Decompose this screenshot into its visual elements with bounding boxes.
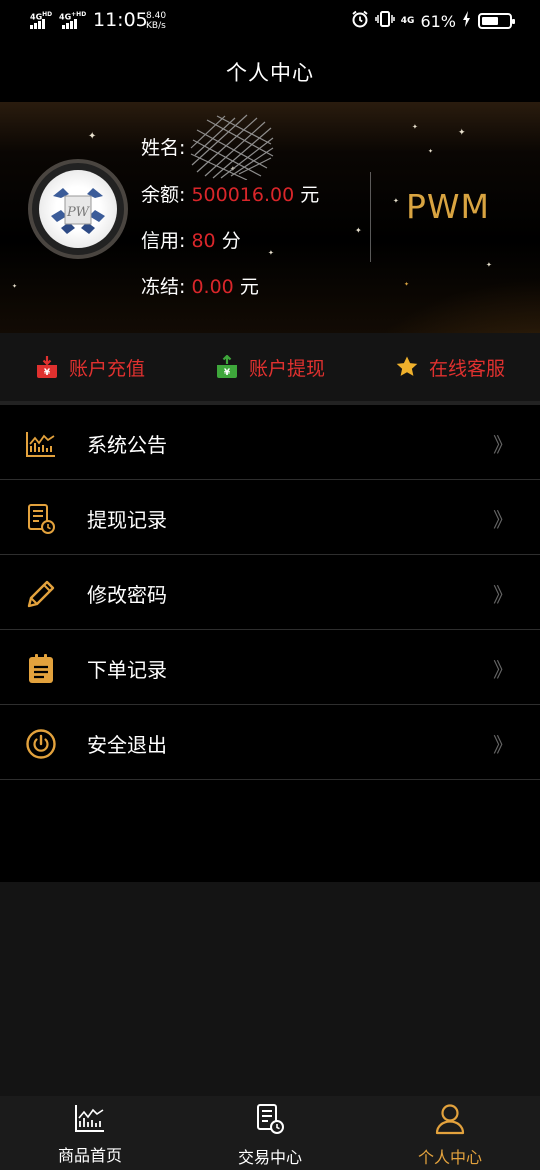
sparkle-icon: ✦ bbox=[404, 281, 410, 288]
deposit-icon: ¥ bbox=[35, 355, 59, 379]
frozen-unit: 元 bbox=[239, 276, 259, 298]
chevron-right-icon: 》 bbox=[493, 658, 513, 682]
tab-label: 商品首页 bbox=[57, 1146, 122, 1165]
vibrate-icon bbox=[375, 10, 395, 32]
tab-trading[interactable]: 交易中心 bbox=[180, 1096, 360, 1170]
tab-label: 交易中心 bbox=[237, 1148, 302, 1167]
charging-icon bbox=[462, 11, 472, 31]
customer-service-label: 在线客服 bbox=[428, 357, 505, 380]
status-bar: 4GHD 4G+HD 11:05 8.40 KB/s 4G 61% bbox=[0, 0, 540, 42]
menu-item-change-password[interactable]: 修改密码 》 bbox=[0, 555, 540, 630]
frozen-value: 0.00 bbox=[191, 276, 234, 298]
chevron-right-icon: 》 bbox=[493, 733, 513, 757]
tab-profile[interactable]: 个人中心 bbox=[360, 1096, 540, 1170]
signal-icon bbox=[30, 19, 45, 29]
name-row: 姓名: bbox=[141, 133, 185, 160]
power-icon bbox=[24, 727, 58, 761]
svg-text:PW: PW bbox=[66, 205, 91, 220]
menu-item-order-records[interactable]: 下单记录 》 bbox=[0, 630, 540, 705]
menu-label: 下单记录 bbox=[87, 658, 167, 682]
withdraw-icon: ¥ bbox=[215, 355, 239, 379]
chevron-right-icon: 》 bbox=[493, 508, 513, 532]
chevron-right-icon: 》 bbox=[493, 433, 513, 457]
menu-label: 系统公告 bbox=[87, 433, 167, 457]
deposit-label: 账户充值 bbox=[68, 357, 145, 380]
empty-area bbox=[0, 882, 540, 1096]
avatar[interactable]: PW bbox=[28, 159, 128, 259]
balance-value: 500016.00 bbox=[191, 184, 295, 206]
network-4g-label: 4G bbox=[400, 15, 415, 26]
alarm-icon bbox=[351, 10, 369, 32]
clipboard-icon bbox=[24, 652, 58, 686]
balance-unit: 元 bbox=[300, 184, 320, 206]
chart-icon bbox=[74, 1103, 106, 1137]
sparkle-icon: ✦ bbox=[393, 197, 399, 205]
credit-row: 信用: 80 分 bbox=[141, 226, 241, 253]
battery-icon bbox=[478, 13, 515, 29]
star-icon bbox=[395, 355, 419, 379]
account-actions: ¥ 账户充值 ¥ 账户提现 在线客服 bbox=[0, 333, 540, 401]
balance-row: 余额: 500016.00 元 bbox=[141, 180, 319, 207]
deposit-button[interactable]: ¥ 账户充值 bbox=[0, 354, 180, 381]
speed-unit: KB/s bbox=[146, 21, 166, 31]
sparkle-icon: ✦ bbox=[486, 261, 492, 269]
speed-value: 8.40 bbox=[146, 11, 167, 21]
page-title: 个人中心 bbox=[226, 61, 314, 85]
chevron-right-icon: 》 bbox=[493, 583, 513, 607]
avatar-logo: PW bbox=[39, 170, 117, 248]
menu-item-announcements[interactable]: 系统公告 》 bbox=[0, 405, 540, 480]
sparkle-icon: ✦ bbox=[355, 226, 362, 235]
svg-text:¥: ¥ bbox=[44, 368, 51, 378]
brand-logo-text: PWM bbox=[406, 187, 491, 226]
pencil-icon bbox=[24, 577, 58, 611]
sparkle-icon: ✦ bbox=[88, 131, 97, 142]
credit-label: 信用: bbox=[141, 230, 186, 252]
menu-list: 系统公告 》 提现记录 》 修改密码 》 下单记录 》 安全退出 》 bbox=[0, 405, 540, 780]
name-label: 姓名: bbox=[141, 137, 186, 159]
sparkle-icon: ✦ bbox=[428, 148, 434, 155]
signal-icon bbox=[62, 19, 77, 29]
user-icon bbox=[435, 1103, 465, 1139]
menu-item-logout[interactable]: 安全退出 》 bbox=[0, 705, 540, 780]
bottom-tab-bar: 商品首页 交易中心 个人中心 bbox=[0, 1096, 540, 1170]
svg-text:¥: ¥ bbox=[224, 368, 231, 378]
withdraw-button[interactable]: ¥ 账户提现 bbox=[180, 354, 360, 381]
network-4g-icon: 4G bbox=[400, 15, 415, 26]
withdraw-label: 账户提现 bbox=[248, 357, 325, 380]
record-icon bbox=[24, 502, 58, 536]
frozen-row: 冻结: 0.00 元 bbox=[141, 272, 259, 299]
balance-label: 余额: bbox=[141, 184, 186, 206]
menu-item-withdraw-records[interactable]: 提现记录 》 bbox=[0, 480, 540, 555]
credit-value: 80 bbox=[191, 230, 216, 252]
network-speed: 8.40 KB/s bbox=[146, 11, 166, 31]
divider bbox=[370, 172, 371, 262]
status-icons: 4G 61% bbox=[351, 10, 515, 32]
sparkle-icon: ✦ bbox=[458, 128, 466, 138]
tab-label: 个人中心 bbox=[417, 1148, 482, 1167]
sparkle-icon: ✦ bbox=[12, 283, 18, 290]
redacted-name bbox=[190, 114, 274, 180]
battery-percent: 61% bbox=[420, 11, 456, 31]
credit-unit: 分 bbox=[221, 230, 241, 252]
frozen-label: 冻结: bbox=[141, 276, 186, 298]
sparkle-icon: ✦ bbox=[268, 249, 274, 257]
sparkle-icon: ✦ bbox=[412, 123, 418, 131]
customer-service-button[interactable]: 在线客服 bbox=[360, 354, 540, 381]
menu-label: 提现记录 bbox=[87, 508, 167, 532]
clock: 11:05 bbox=[93, 9, 148, 31]
tab-home[interactable]: 商品首页 bbox=[0, 1096, 180, 1170]
chart-icon bbox=[24, 427, 58, 461]
menu-label: 安全退出 bbox=[87, 733, 167, 757]
page-header: 个人中心 bbox=[0, 42, 540, 102]
record-icon bbox=[255, 1103, 285, 1139]
profile-banner: ✦ ✦ ✦ ✦ ✦ ✦ ✦ ✦ ✦ ✦ ✦ PW 姓名: 余额: 500016.… bbox=[0, 102, 540, 333]
menu-label: 修改密码 bbox=[87, 583, 167, 607]
